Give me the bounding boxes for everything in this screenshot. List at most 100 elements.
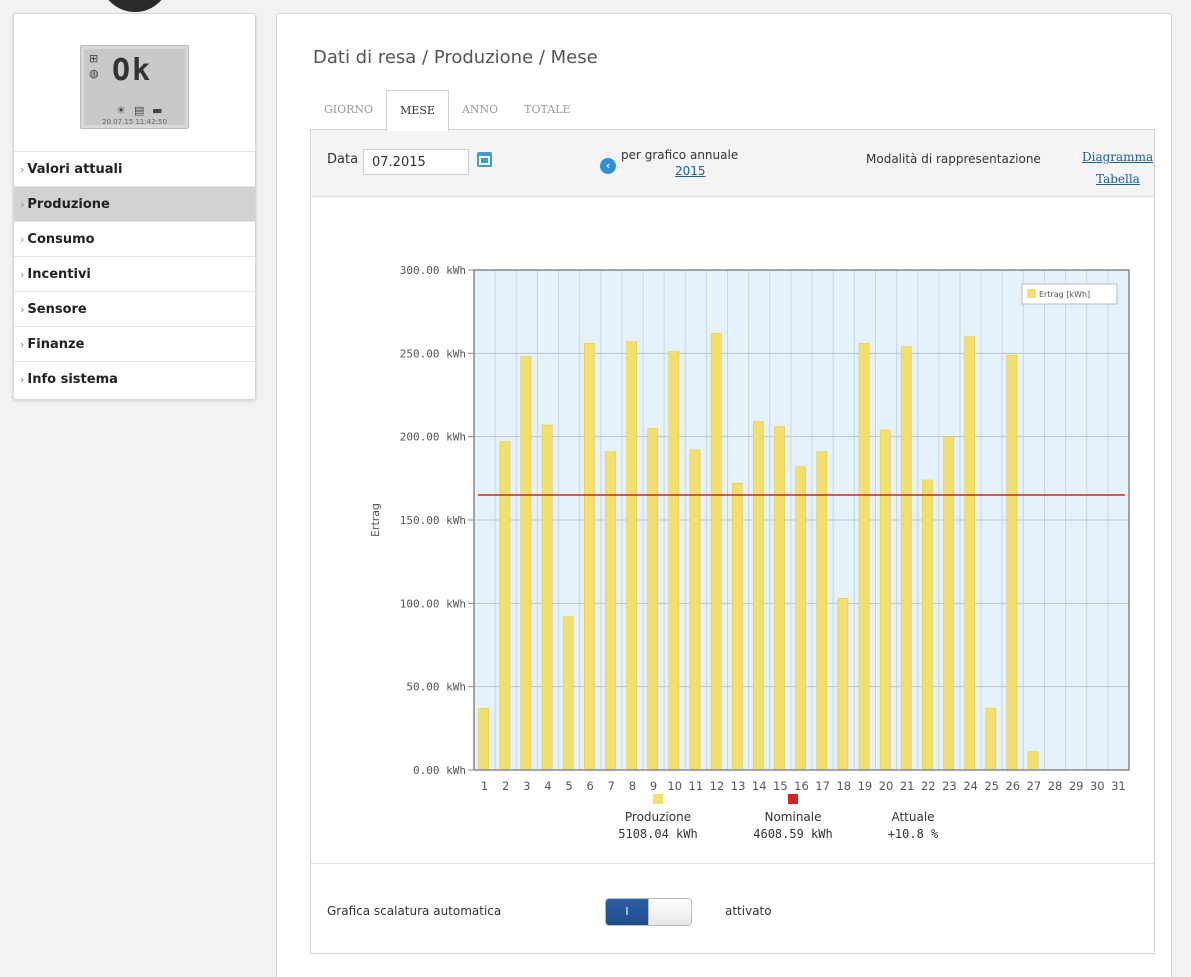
bar [900, 346, 912, 771]
main-content: Dati di resa / Produzione / Mese GIORNO … [276, 13, 1172, 977]
x-tick-label: 9 [650, 779, 657, 793]
summary-label: Attuale [891, 810, 934, 824]
annual-year-link[interactable]: 2015 [675, 164, 706, 178]
diagram-mode-link[interactable]: Diagramma [1082, 150, 1153, 164]
annual-chart-label: per grafico annuale [621, 148, 739, 162]
x-tick-label: 15 [773, 779, 788, 793]
x-tick-label: 3 [523, 779, 530, 793]
bar [879, 429, 891, 771]
x-tick-label: 28 [1048, 779, 1063, 793]
x-tick-label: 21 [900, 779, 915, 793]
x-tick-label: 27 [1027, 779, 1042, 793]
bar [689, 449, 701, 771]
x-tick-label: 16 [794, 779, 809, 793]
tab-anno[interactable]: ANNO [449, 90, 511, 130]
chart-area: 0.00 kWh 50.00 kWh 100.00 kWh 150.00 kWh 200… [311, 198, 1154, 863]
sidebar-item-valori-attuali[interactable]: › Valori attuali [14, 151, 255, 186]
bar [626, 341, 637, 771]
decorative-arc [100, 0, 170, 12]
bar [1006, 354, 1018, 771]
calendar-icon[interactable] [477, 152, 492, 167]
tab-mese[interactable]: MESE [386, 90, 449, 131]
tab-totale[interactable]: TOTALE [511, 90, 583, 130]
globe-icon: ◍ [89, 67, 99, 80]
bar [647, 428, 659, 771]
bar [478, 708, 490, 771]
x-tick-label: 19 [858, 779, 873, 793]
bar [964, 336, 976, 771]
summary-value: +10.8 % [888, 827, 939, 841]
summary-label: Nominale [764, 810, 821, 824]
bar [753, 421, 764, 771]
y-tick-label: 100.00 kWh [400, 597, 466, 610]
chevron-right-icon: › [20, 198, 25, 211]
y-axis-label: Ertrag [369, 503, 382, 537]
y-tick-label: 150.00 kWh [400, 514, 466, 527]
chevron-right-icon: › [20, 268, 25, 281]
date-input[interactable] [363, 149, 469, 175]
bar [795, 466, 806, 771]
autoscale-section: Grafica scalatura automatica I attivato [311, 863, 1154, 953]
toggle-state-label: attivato [725, 904, 772, 918]
x-tick-label: 20 [879, 779, 894, 793]
bar [562, 616, 574, 771]
bar [985, 708, 997, 771]
x-tick-label: 23 [942, 779, 957, 793]
toggle-on-indicator: I [606, 899, 648, 925]
bar [499, 441, 511, 771]
bar [858, 343, 870, 771]
bar [774, 426, 785, 771]
bar [605, 451, 616, 771]
bar [541, 424, 553, 771]
sidebar-item-consumo[interactable]: › Consumo [14, 221, 255, 256]
x-tick-label: 5 [565, 779, 572, 793]
summary-swatch [788, 794, 798, 804]
autoscale-toggle[interactable]: I [605, 898, 692, 926]
table-mode-link[interactable]: Tabella [1096, 172, 1140, 186]
chevron-right-icon: › [20, 338, 25, 351]
bar [816, 451, 828, 771]
sidebar-item-info-sistema[interactable]: › Info sistema [14, 361, 255, 396]
x-tick-label: 7 [608, 779, 615, 793]
legend-label: Ertrag [kWh] [1039, 290, 1090, 299]
sidebar-item-label: Produzione [27, 197, 110, 212]
bar [922, 479, 933, 771]
bar [943, 436, 954, 771]
chevron-right-icon: › [20, 373, 25, 386]
x-tick-label: 4 [544, 779, 551, 793]
tab-giorno[interactable]: GIORNO [311, 90, 386, 130]
sidebar-item-incentivi[interactable]: › Incentivi [14, 256, 255, 291]
x-tick-label: 8 [629, 779, 636, 793]
x-tick-label: 10 [667, 779, 682, 793]
autoscale-label: Grafica scalatura automatica [327, 904, 502, 918]
sidebar-item-label: Finanze [27, 337, 85, 352]
sidebar-item-sensore[interactable]: › Sensore [14, 291, 255, 326]
chevron-right-icon: › [20, 233, 25, 246]
x-tick-label: 26 [1005, 779, 1020, 793]
summary-value: 5108.04 kWh [618, 827, 697, 841]
x-tick-label: 14 [752, 779, 767, 793]
sidebar-item-produzione[interactable]: › Produzione [14, 186, 255, 221]
meter-icon: ▤ [134, 104, 145, 117]
filter-bar: Data ‹ per grafico annuale 2015 Modalità… [311, 130, 1154, 197]
bar [837, 598, 849, 771]
device-display: ⊞ ◍ Ok ☀ ▤ ▬ [80, 45, 189, 129]
x-tick-label: 22 [921, 779, 936, 793]
chevron-left-icon[interactable]: ‹ [600, 158, 616, 174]
legend-swatch [1027, 289, 1036, 298]
bar [584, 343, 595, 771]
sidebar-item-finanze[interactable]: › Finanze [14, 326, 255, 361]
x-tick-label: 12 [710, 779, 725, 793]
sidebar-nav: › Valori attuali › Produzione › Consumo › In… [14, 151, 255, 396]
summary-label: Produzione [625, 810, 691, 824]
y-tick-label: 0.00 kWh [413, 764, 466, 777]
bar [520, 356, 532, 771]
tab-bar: GIORNO MESE ANNO TOTALE [311, 90, 584, 131]
summary-swatch [653, 794, 663, 804]
sidebar-item-label: Consumo [27, 232, 95, 247]
bar [731, 483, 743, 771]
lcd-status-text: Ok [112, 53, 153, 88]
battery-icon: ▬ [152, 104, 163, 117]
x-tick-label: 29 [1069, 779, 1084, 793]
y-tick-label: 300.00 kWh [400, 264, 466, 277]
